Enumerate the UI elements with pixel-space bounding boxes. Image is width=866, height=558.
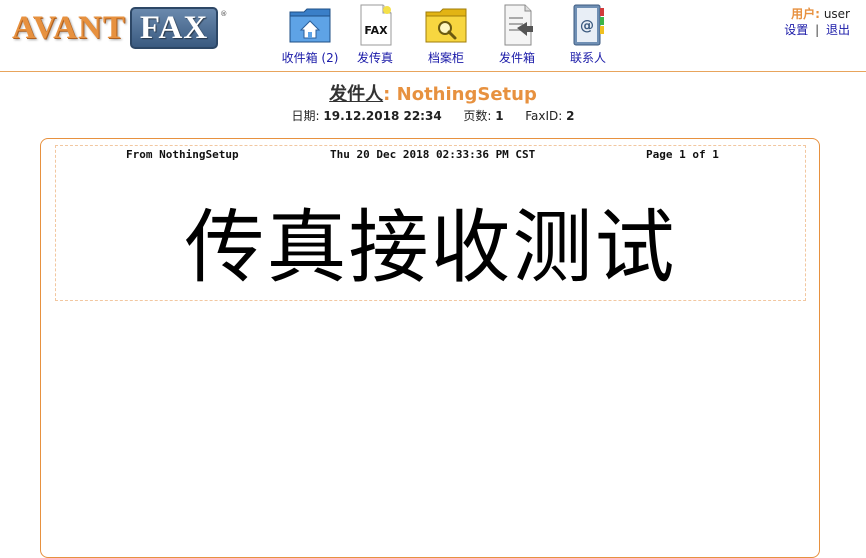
fax-meta: 日期: 19.12.2018 22:34 页数: 1 FaxID: 2 xyxy=(0,108,866,124)
nav-send-fax-label: 发传真 xyxy=(356,51,393,65)
nav-archive-label: 档案柜 xyxy=(427,51,464,65)
svg-text:@: @ xyxy=(580,18,594,34)
user-label: 用户: xyxy=(791,7,820,21)
logo-fax-text: FAX xyxy=(129,7,219,49)
fax-page-icon: FAX xyxy=(360,4,392,46)
nav-outbox[interactable]: 发件箱 xyxy=(477,2,557,66)
logo-registered-mark: ® xyxy=(220,10,228,18)
nav-send-fax[interactable]: FAX 发传真 xyxy=(335,2,415,66)
date-value: 19.12.2018 22:34 xyxy=(323,109,442,123)
top-header: AVANT FAX ® 收件箱 (2) FAX 发传真 档案柜 发件箱 @ 联系… xyxy=(0,0,866,72)
sender-colon: : xyxy=(383,84,391,105)
fax-header-page: Page 1 of 1 xyxy=(646,148,719,161)
fax-viewer[interactable]: From NothingSetup Thu 20 Dec 2018 02:33:… xyxy=(40,138,820,558)
link-separator: | xyxy=(815,23,820,37)
logout-link[interactable]: 退出 xyxy=(826,23,850,37)
fax-page-image: From NothingSetup Thu 20 Dec 2018 02:33:… xyxy=(55,145,806,301)
sender-name: NothingSetup xyxy=(396,84,537,105)
pages-label: 页数: xyxy=(463,109,492,123)
logo-avant-text: AVANT xyxy=(12,10,126,46)
svg-text:FAX: FAX xyxy=(364,24,388,37)
nav-contacts[interactable]: @ 联系人 xyxy=(548,2,628,66)
fax-header-date: Thu 20 Dec 2018 02:33:36 PM CST xyxy=(330,148,536,161)
fax-header-from: From NothingSetup xyxy=(126,148,239,161)
settings-link[interactable]: 设置 xyxy=(784,23,808,37)
user-name: user xyxy=(823,7,850,21)
sender-label: 发件人 xyxy=(329,84,384,105)
nav-archive[interactable]: 档案柜 xyxy=(406,2,486,66)
pages-value: 1 xyxy=(495,109,504,123)
avantfax-logo[interactable]: AVANT FAX ® xyxy=(12,7,228,49)
fax-body-text: 传真接收测试 xyxy=(184,201,677,294)
nav-contacts-label: 联系人 xyxy=(569,51,606,65)
user-box: 用户: user 设置 | 退出 xyxy=(784,6,850,38)
address-book-icon: @ xyxy=(573,4,604,46)
fax-sender-title: 发件人: NothingSetup xyxy=(0,84,866,106)
date-label: 日期: xyxy=(291,109,320,123)
outbox-document-icon xyxy=(504,4,533,46)
faxid-label: FaxID: xyxy=(525,109,563,123)
archive-folder-icon xyxy=(425,8,467,43)
faxid-value: 2 xyxy=(566,109,575,123)
nav-outbox-label: 发件箱 xyxy=(498,51,535,65)
inbox-folder-icon xyxy=(289,8,331,43)
